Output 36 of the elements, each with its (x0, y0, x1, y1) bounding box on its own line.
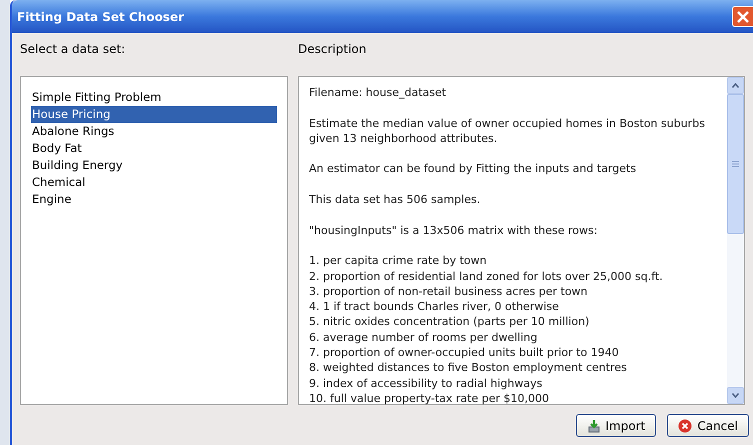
grip-icon (732, 161, 739, 167)
attribute-row-text: 4. 1 if tract bounds Charles river, 0 otherwise (309, 299, 560, 314)
attribute-row-text: 6. average number of rooms per dwelling (309, 330, 538, 346)
dataset-item[interactable]: Abalone Rings (31, 123, 277, 140)
attribute-row-text: 9. index of accessibility to radial highways (309, 376, 544, 391)
attribute-row-text: 8. weighted distances to five Boston employment centres (309, 360, 628, 376)
description-paragraph: Filename: house_dataset (309, 85, 448, 100)
attribute-row-text: 5. nitric oxides concentration (parts per 10 million) (309, 314, 590, 330)
attribute-row-text: 7. proportion of owner-occupied units built prior to 1940 (309, 345, 620, 360)
scroll-up-button[interactable] (727, 77, 744, 94)
dataset-item[interactable]: Engine (31, 191, 277, 208)
dataset-item[interactable]: Building Energy (31, 157, 277, 174)
cancel-icon (678, 418, 692, 432)
attribute-row-text: 1. per capita crime rate by town (309, 253, 488, 269)
dataset-item[interactable]: House Pricing (31, 106, 277, 123)
scrollbar[interactable] (727, 77, 744, 404)
cancel-button[interactable]: Cancel (667, 414, 749, 437)
close-button[interactable] (732, 6, 753, 27)
attribute-row-text: 3. proportion of non-retail business acres per town (309, 284, 589, 300)
attribute-row-text: 2. proportion of residential land zoned for lots over 25,000 sq.ft. (309, 268, 664, 284)
dataset-item[interactable]: Simple Fitting Problem (31, 89, 277, 106)
import-icon (586, 418, 601, 432)
description-paragraph: "housingInputs" is a 13x506 matrix with these rows: (309, 222, 598, 238)
import-button[interactable]: Import (576, 414, 656, 437)
dataset-item[interactable]: Chemical (31, 174, 277, 191)
description-paragraph: Estimate the median value of owner occupied homes in Boston suburbs given 13 neighborhood attributes. (309, 116, 706, 146)
description-paragraph: An estimator can be found by Fitting the inputs and targets (309, 161, 638, 177)
description-paragraph: This data set has 506 samples. (309, 192, 482, 208)
description-label: Description (298, 41, 368, 58)
window-title: Fitting Data Set Chooser (17, 8, 184, 26)
dataset-item[interactable]: Body Fat (31, 140, 277, 157)
close-icon (736, 10, 750, 24)
attribute-row-text: 10. full value property-tax rate per $10,000 (309, 390, 550, 406)
scroll-down-button[interactable] (727, 387, 744, 404)
list-label: Select a data set: (20, 41, 126, 58)
scroll-thumb[interactable] (727, 94, 744, 234)
